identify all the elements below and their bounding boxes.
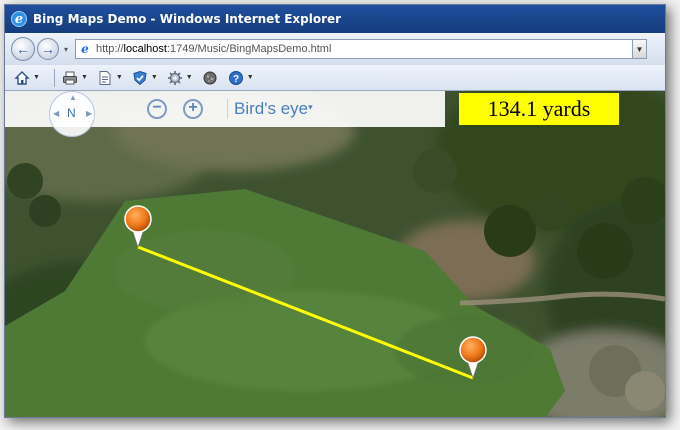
zoom-out-button[interactable]: − — [147, 99, 167, 119]
safety-dropdown[interactable]: ▼ — [151, 74, 158, 81]
page-dropdown[interactable]: ▼ — [116, 74, 123, 81]
help-icon[interactable]: ? — [227, 69, 245, 87]
pan-left-icon[interactable]: ◀ — [53, 109, 59, 118]
forward-arrow-icon: → — [41, 41, 55, 57]
window-title: Bing Maps Demo - Windows Internet Explor… — [33, 12, 342, 26]
pan-up-icon[interactable]: ▲ — [69, 93, 77, 102]
command-bar: ▼ ▼ ▼ ▼ ▼ ? ▼ — [5, 65, 665, 91]
home-dropdown[interactable]: ▼ — [33, 74, 40, 81]
research-icon[interactable] — [201, 69, 219, 87]
svg-text:?: ? — [233, 74, 239, 85]
back-button[interactable]: ← — [11, 37, 35, 61]
url-host: localhost — [123, 43, 167, 55]
back-arrow-icon: ← — [16, 41, 30, 57]
browser-window: e Bing Maps Demo - Windows Internet Expl… — [4, 4, 666, 418]
view-mode-label: Bird's eye — [234, 99, 309, 118]
map-nav-bar: ▲ ◀ ▶ N − + Bird's eye▾ — [5, 91, 445, 137]
tools-icon[interactable] — [166, 69, 184, 87]
print-icon[interactable] — [61, 69, 79, 87]
tools-dropdown[interactable]: ▼ — [186, 74, 193, 81]
map-viewport[interactable]: ▲ ◀ ▶ N − + Bird's eye▾ 134.1 yards — [5, 91, 665, 418]
toolbar-divider — [53, 68, 55, 87]
ie-page-icon: e — [81, 42, 89, 56]
aerial-map[interactable] — [5, 91, 665, 418]
print-dropdown[interactable]: ▼ — [81, 74, 88, 81]
distance-readout: 134.1 yards — [459, 93, 619, 125]
compass-control[interactable]: ▲ ◀ ▶ N — [49, 91, 95, 137]
view-mode-caret-icon: ▾ — [308, 102, 313, 112]
compass-north-label: N — [67, 106, 76, 120]
safety-icon[interactable] — [131, 69, 149, 87]
home-icon[interactable] — [13, 69, 31, 87]
help-dropdown[interactable]: ▼ — [247, 74, 254, 81]
page-icon[interactable] — [96, 69, 114, 87]
forward-button[interactable]: → — [37, 38, 59, 60]
view-mode-dropdown[interactable]: Bird's eye▾ — [227, 99, 313, 119]
title-bar: e Bing Maps Demo - Windows Internet Expl… — [5, 5, 665, 33]
address-input[interactable]: e http://localhost:1749/Music/BingMapsDe… — [75, 39, 633, 59]
url-path: :1749/Music/BingMapsDemo.html — [166, 43, 332, 55]
address-dropdown-button[interactable]: ▼ — [633, 39, 647, 59]
zoom-in-button[interactable]: + — [183, 99, 203, 119]
ie-logo-icon: e — [11, 11, 27, 27]
address-bar-row: ← → ▾ e http://localhost:1749/Music/Bing… — [5, 33, 665, 65]
recent-pages-dropdown[interactable]: ▾ — [61, 45, 71, 54]
pan-right-icon[interactable]: ▶ — [86, 109, 92, 118]
url-prefix: http:// — [96, 43, 124, 55]
